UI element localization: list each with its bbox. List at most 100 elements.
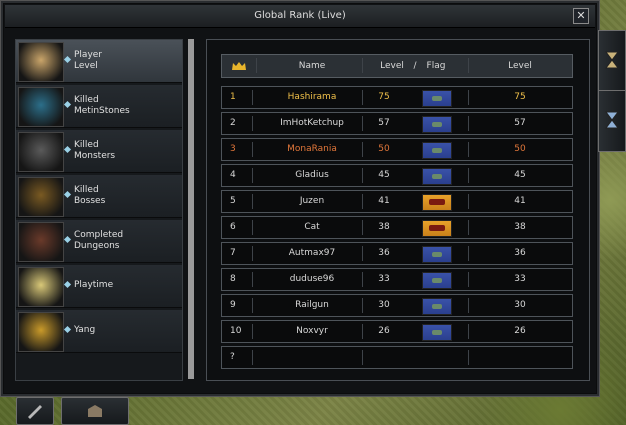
kingdom-flag-icon (422, 324, 452, 341)
rank-cell: 6 (230, 222, 236, 232)
player-name[interactable]: Juzen (258, 196, 366, 206)
sidebar-scrollbar[interactable] (188, 39, 194, 379)
bullet-diamond-icon (63, 190, 72, 199)
self-rank: ? (230, 352, 235, 362)
header-slash: / (413, 61, 417, 71)
hourglass-icon (605, 111, 619, 129)
row-divider (362, 350, 363, 365)
rank-cell: 7 (230, 248, 236, 258)
row-divider (468, 90, 469, 105)
row-divider (252, 90, 253, 105)
row-divider (362, 142, 363, 157)
level-cell-2: 50 (514, 144, 526, 154)
table-row: 5 Juzen 41 41 (221, 190, 573, 213)
sidebar-item-label: Killed Bosses (74, 185, 106, 206)
sidebar-item[interactable]: Killed Monsters (16, 130, 182, 173)
header-divider (468, 58, 469, 73)
sidebar-item[interactable]: Killed MetinStones (16, 85, 182, 128)
bottom-tab-sword[interactable] (16, 397, 54, 425)
side-tab-1[interactable] (598, 30, 626, 92)
sidebar-item[interactable]: Killed Bosses (16, 175, 182, 218)
level-cell: 30 (378, 300, 390, 310)
bullet-diamond-icon (63, 100, 72, 109)
level-cell-2: 33 (514, 274, 526, 284)
warrior-portrait-icon (18, 42, 64, 82)
monster-icon (18, 132, 64, 172)
row-divider (252, 272, 253, 287)
row-divider (252, 194, 253, 209)
window-title: Global Rank (Live) (254, 10, 346, 21)
player-name[interactable]: ImHotKetchup (258, 118, 366, 128)
player-name[interactable]: Cat (258, 222, 366, 232)
level-cell: 50 (378, 144, 390, 154)
dungeon-icon (18, 222, 64, 262)
level-cell-2: 75 (514, 92, 526, 102)
player-name[interactable]: duduse96 (258, 274, 366, 284)
row-divider (252, 116, 253, 131)
level-cell-2: 57 (514, 118, 526, 128)
header-level: Level (380, 61, 404, 71)
sidebar-item[interactable]: Yang (16, 310, 182, 353)
level-cell: 41 (378, 196, 390, 206)
row-divider (468, 272, 469, 287)
player-name[interactable]: Noxvyr (258, 326, 366, 336)
bullet-diamond-icon (63, 235, 72, 244)
table-row: 10 Noxvyr 26 26 (221, 320, 573, 343)
level-cell-2: 30 (514, 300, 526, 310)
row-divider (252, 168, 253, 183)
title-bar[interactable]: Global Rank (Live) ✕ (5, 5, 595, 28)
level-cell: 38 (378, 222, 390, 232)
row-divider (468, 194, 469, 209)
level-cell: 57 (378, 118, 390, 128)
row-divider (362, 220, 363, 235)
row-divider (252, 324, 253, 339)
row-divider (362, 194, 363, 209)
global-rank-window: Global Rank (Live) ✕ Player Level Killed Me… (0, 0, 600, 397)
player-name[interactable]: MonaRania (258, 144, 366, 154)
level-cell: 26 (378, 326, 390, 336)
stopwatch-icon (18, 267, 64, 307)
row-divider (362, 324, 363, 339)
row-divider (362, 116, 363, 131)
rank-cell: 8 (230, 274, 236, 284)
category-sidebar: Player Level Killed MetinStones Killed Monste… (15, 39, 183, 381)
level-cell-2: 36 (514, 248, 526, 258)
table-row: 6 Cat 38 38 (221, 216, 573, 239)
rank-cell: 3 (230, 144, 236, 154)
row-divider (362, 90, 363, 105)
player-name[interactable]: Autmax97 (258, 248, 366, 258)
header-divider (256, 58, 257, 73)
sidebar-item[interactable]: Completed Dungeons (16, 220, 182, 263)
bullet-diamond-icon (63, 55, 72, 64)
sidebar-item-label: Killed MetinStones (74, 95, 130, 116)
player-name[interactable]: Hashirama (258, 92, 366, 102)
rank-cell: 1 (230, 92, 236, 102)
row-divider (468, 220, 469, 235)
sidebar-item[interactable]: Playtime (16, 265, 182, 308)
player-name[interactable]: Gladius (258, 170, 366, 180)
table-header: Name Level / Flag Level (221, 54, 573, 78)
kingdom-flag-icon (422, 90, 452, 107)
rank-cell: 2 (230, 118, 236, 128)
side-tab-2[interactable] (598, 90, 626, 152)
header-flag: Flag (426, 61, 446, 71)
table-row: 8 duduse96 33 33 (221, 268, 573, 291)
crown-icon (226, 61, 252, 74)
sidebar-item-label: Player Level (74, 50, 103, 71)
bullet-diamond-icon (63, 325, 72, 334)
level-cell-2: 26 (514, 326, 526, 336)
row-divider (252, 246, 253, 261)
sword-icon (28, 405, 42, 419)
bottom-tab-castle[interactable] (61, 397, 129, 425)
header-name: Name (298, 61, 326, 71)
player-name[interactable]: Railgun (258, 300, 366, 310)
bullet-diamond-icon (63, 145, 72, 154)
kingdom-flag-icon (422, 142, 452, 159)
kingdom-flag-icon (422, 168, 452, 185)
level-cell-2: 41 (514, 196, 526, 206)
level-cell-2: 45 (514, 170, 526, 180)
close-button[interactable]: ✕ (573, 8, 589, 24)
sidebar-item[interactable]: Player Level (16, 40, 182, 83)
table-row: 3 MonaRania 50 50 (221, 138, 573, 161)
kingdom-flag-icon (422, 116, 452, 133)
